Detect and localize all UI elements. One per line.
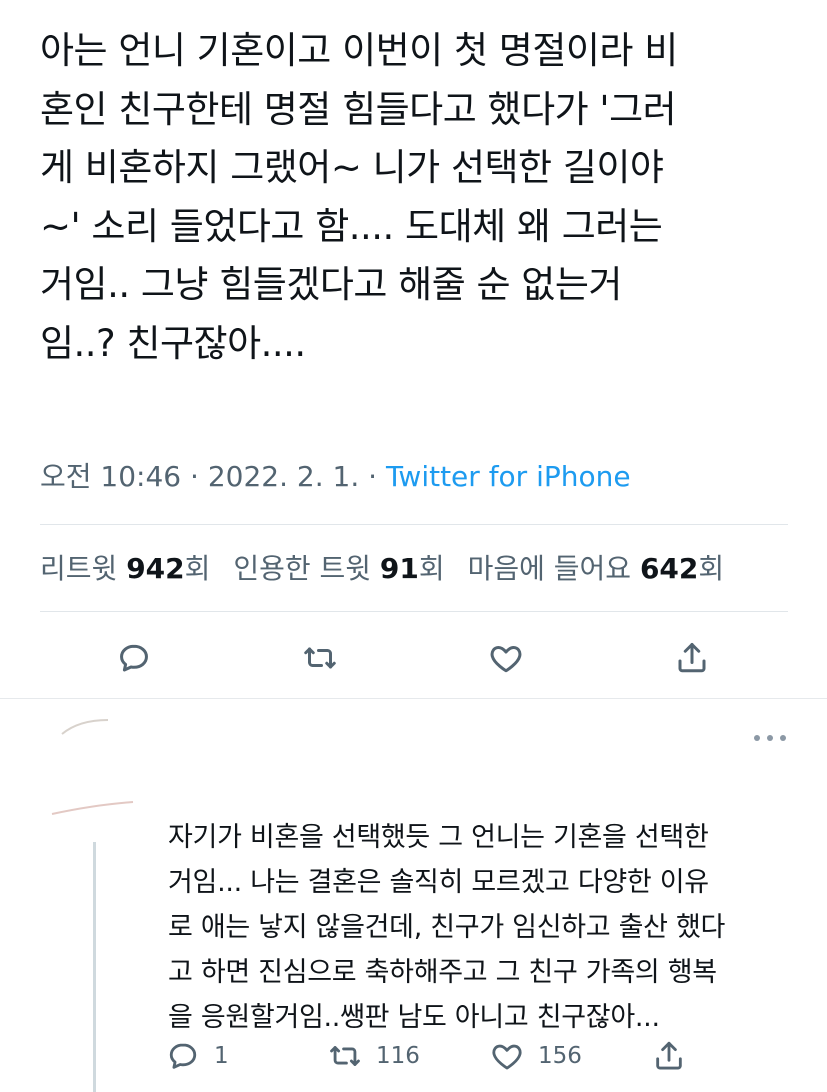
quotes-stat[interactable]: 인용한 트윗 91회 xyxy=(233,552,444,585)
reply-actions: 1 116 156 xyxy=(0,1036,827,1076)
tweet-stats: 리트윗 942회 인용한 트윗 91회 마음에 들어요 642회 xyxy=(40,547,724,587)
likes-label: 마음에 들어요 xyxy=(467,552,632,585)
likes-stat[interactable]: 마음에 들어요 642회 xyxy=(468,552,725,585)
quotes-suffix: 회 xyxy=(418,552,445,585)
reply-like-button[interactable]: 156 xyxy=(490,1036,582,1076)
share-icon xyxy=(678,643,706,673)
divider xyxy=(40,611,788,612)
more-dot-icon xyxy=(767,735,773,741)
reply-retweet-button[interactable]: 116 xyxy=(328,1036,420,1076)
reply-share-button[interactable] xyxy=(652,1036,686,1076)
retweet-button[interactable] xyxy=(298,636,342,680)
section-divider xyxy=(0,698,827,699)
reply-icon xyxy=(120,644,148,672)
reply-retweet-count: 116 xyxy=(376,1043,420,1069)
meta-separator: · xyxy=(368,460,378,493)
tweet-actions xyxy=(0,636,827,680)
like-icon xyxy=(492,1044,522,1070)
likes-suffix: 회 xyxy=(698,552,725,585)
meta-separator: · xyxy=(190,460,199,493)
more-options-button[interactable] xyxy=(754,728,786,748)
reply-icon xyxy=(169,1043,197,1069)
quotes-count: 91 xyxy=(379,552,419,585)
likes-count: 642 xyxy=(639,552,699,585)
share-button[interactable] xyxy=(670,636,714,680)
tweet-date: 2022. 2. 1. xyxy=(207,460,360,493)
tweet-text: 아는 언니 기혼이고 이번이 첫 명절이라 비 혼인 친구한테 명절 힘들다고 … xyxy=(40,29,678,365)
reply-text: 자기가 비혼을 선택했듯 그 언니는 기혼을 선택한 거임... 나는 결혼은 … xyxy=(168,822,726,1033)
like-icon xyxy=(490,646,522,673)
share-icon xyxy=(656,1041,682,1070)
divider xyxy=(40,524,788,525)
avatar-fragment xyxy=(61,719,109,735)
retweets-label: 리트윗 xyxy=(40,552,118,585)
retweets-count: 942 xyxy=(126,552,185,585)
retweet-icon xyxy=(304,647,336,669)
reply-reply-count: 1 xyxy=(214,1043,229,1069)
retweets-stat[interactable]: 리트윗 942회 xyxy=(40,552,210,585)
retweets-suffix: 회 xyxy=(184,552,211,585)
quotes-label: 인용한 트윗 xyxy=(233,552,372,585)
more-dot-icon xyxy=(754,735,760,741)
like-button[interactable] xyxy=(484,636,528,680)
tweet-time: 오전 10:46 xyxy=(40,460,182,493)
reply-like-count: 156 xyxy=(538,1043,582,1069)
reply-reply-button[interactable]: 1 xyxy=(166,1036,229,1076)
tweet-meta: 오전 10:46 · 2022. 2. 1. · Twitter for iPh… xyxy=(40,455,631,495)
tweet-source-link[interactable]: Twitter for iPhone xyxy=(386,460,631,493)
reply-button[interactable] xyxy=(112,636,156,680)
avatar-fragment xyxy=(51,801,134,815)
retweet-icon xyxy=(330,1046,360,1066)
more-dot-icon xyxy=(780,735,786,741)
